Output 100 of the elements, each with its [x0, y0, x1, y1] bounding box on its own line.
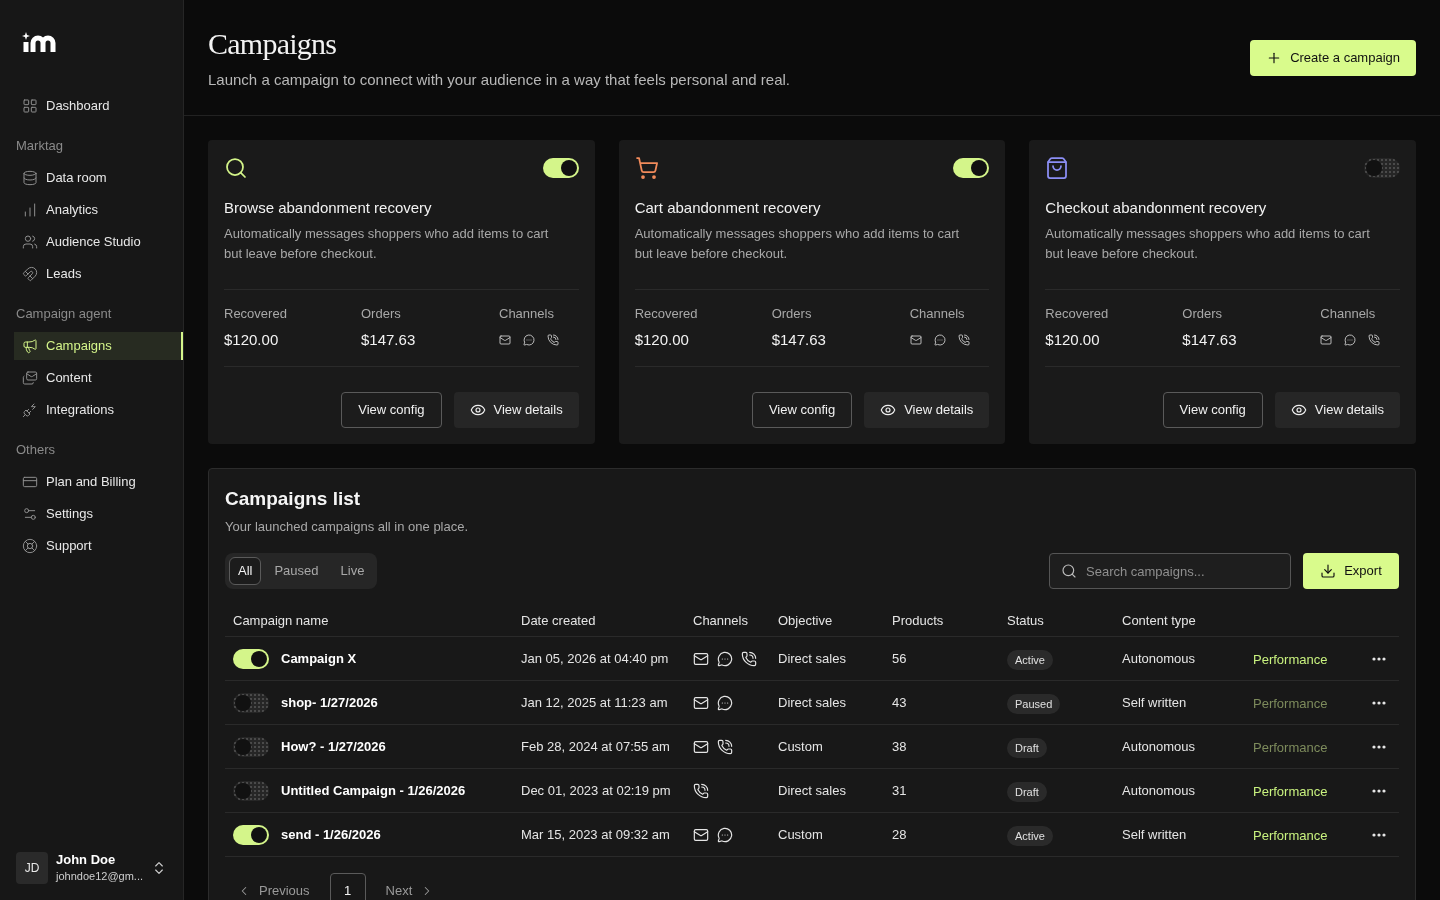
campaign-name: Untitled Campaign - 1/26/2026	[281, 781, 466, 800]
credit-card-icon	[22, 474, 38, 490]
nav-item[interactable]: Data room	[14, 164, 183, 192]
toggle-switch[interactable]	[542, 158, 579, 178]
previous-button[interactable]: Previous	[237, 881, 310, 900]
stat-label: Recovered	[1045, 306, 1110, 322]
table-cell-text: Jan 05, 2026 at 04:40 pm	[520, 649, 670, 668]
email-icon	[693, 738, 709, 755]
email-icon	[499, 334, 511, 346]
toggle-switch[interactable]	[233, 692, 269, 713]
phone-icon	[693, 782, 709, 799]
table-cell-text: Direct sales	[777, 649, 847, 668]
filter-tab[interactable]: All	[229, 557, 262, 585]
card-description: Automatically messages shoppers who add items to cart but leave before checkout.	[224, 225, 550, 263]
nav-item[interactable]: Support	[14, 532, 183, 560]
table-cell-text: Direct sales	[777, 781, 847, 800]
filter-tab[interactable]: Paused	[265, 557, 328, 585]
section-title: Campaign agent	[16, 305, 112, 324]
view-config-button[interactable]: View config	[341, 392, 442, 428]
stat-value: $120.00	[1045, 330, 1101, 350]
user-email: johndoe12@gm...	[56, 869, 143, 884]
toggle-switch[interactable]	[953, 158, 990, 178]
stat-label: Orders	[1182, 306, 1224, 322]
toggle-switch[interactable]	[233, 824, 269, 845]
view-config-button[interactable]: View config	[1162, 392, 1263, 428]
page-button[interactable]: 1	[329, 873, 366, 900]
status-badge: Active	[1007, 825, 1053, 846]
email-icon	[693, 694, 709, 711]
card-title: Checkout abandonment recovery	[1045, 198, 1268, 218]
stat-value: $147.63	[361, 330, 417, 350]
export-button[interactable]: Export	[1303, 553, 1399, 589]
view-details-button[interactable]: View details	[453, 392, 579, 428]
stat-label: Recovered	[634, 306, 699, 322]
ellipsis-icon	[1372, 744, 1386, 749]
view-config-button[interactable]: View config	[751, 392, 853, 428]
toggle-switch[interactable]	[233, 736, 269, 757]
create-campaign-button[interactable]: Create a campaign	[1250, 40, 1416, 76]
stat-value: $147.63	[1182, 330, 1238, 350]
page-title: Campaigns	[208, 26, 338, 62]
phone-icon	[1368, 334, 1381, 346]
grid-icon	[22, 98, 38, 114]
status-badge: Draft	[1007, 737, 1047, 758]
table-cell-text: Direct sales	[777, 693, 847, 712]
toggle-switch[interactable]	[1364, 158, 1400, 178]
phone-icon	[957, 334, 970, 346]
toggle-switch[interactable]	[233, 780, 269, 801]
eye-icon	[880, 402, 897, 418]
nav-item[interactable]: Settings	[14, 500, 183, 528]
lifebuoy-icon	[22, 538, 38, 554]
magnet-icon	[22, 266, 38, 282]
nav-item[interactable]: Integrations	[14, 396, 183, 424]
card-title: Cart abandonment recovery	[634, 198, 822, 218]
ellipsis-icon	[1372, 656, 1386, 661]
card-description: Automatically messages shoppers who add items to cart but leave before checkout.	[634, 225, 961, 263]
next-button[interactable]: Next	[385, 881, 435, 900]
table-cell-text: 28	[891, 825, 908, 844]
ellipsis-icon	[1372, 700, 1386, 705]
nav-item[interactable]: Content	[14, 364, 183, 392]
stat-label: Orders	[361, 306, 402, 322]
plug-icon	[22, 402, 38, 418]
stat-value: $120.00	[224, 330, 280, 350]
campaign-name: Campaign X	[281, 649, 357, 668]
section-title: Others	[16, 441, 55, 460]
chat-icon	[1344, 334, 1357, 346]
table-cell-text: Custom	[777, 825, 824, 844]
logo-icon	[22, 30, 58, 52]
campaign-name: How? - 1/27/2026	[281, 737, 386, 756]
table-cell-text: 31	[891, 781, 908, 800]
stat-label: Channels	[1320, 306, 1377, 322]
filter-tab[interactable]: Live	[331, 557, 374, 585]
nav-item[interactable]: Audience Studio	[14, 228, 183, 256]
list-subtitle: Your launched campaigns all in one place.	[225, 518, 470, 536]
nav-item[interactable]: Campaigns	[14, 332, 183, 360]
performance-link[interactable]: Performance	[1253, 781, 1328, 801]
toggle-switch[interactable]	[233, 648, 269, 669]
download-icon	[1320, 563, 1337, 579]
nav-item[interactable]: Dashboard	[14, 92, 183, 120]
section-title: Marktag	[16, 137, 63, 156]
column-header: Status	[1006, 611, 1045, 630]
chat-icon	[933, 334, 946, 346]
column-header: Content type	[1121, 611, 1197, 630]
table-cell-text: Custom	[777, 737, 824, 756]
nav-item[interactable]: Plan and Billing	[14, 468, 183, 496]
table-cell-text: Jan 12, 2025 at 11:23 am	[520, 693, 669, 712]
column-header: Date created	[520, 611, 597, 630]
nav-item[interactable]: Analytics	[14, 196, 183, 224]
search-field[interactable]: Search campaigns...	[1049, 553, 1291, 589]
list-title: Campaigns list	[225, 487, 362, 511]
card-description: Automatically messages shoppers who add items to cart but leave before checkout.	[1045, 225, 1371, 263]
view-details-button[interactable]: View details	[864, 392, 990, 428]
phone-icon	[741, 650, 757, 667]
performance-link[interactable]: Performance	[1253, 825, 1328, 845]
eye-icon	[1290, 402, 1307, 418]
nav-item[interactable]: Leads	[14, 260, 183, 288]
performance-link[interactable]: Performance	[1253, 649, 1328, 669]
email-icon	[693, 650, 709, 667]
view-details-button[interactable]: View details	[1274, 392, 1400, 428]
column-header: Campaign name	[232, 611, 330, 630]
campaign-name: shop- 1/27/2026	[281, 693, 378, 712]
stat-label: Orders	[771, 306, 813, 322]
